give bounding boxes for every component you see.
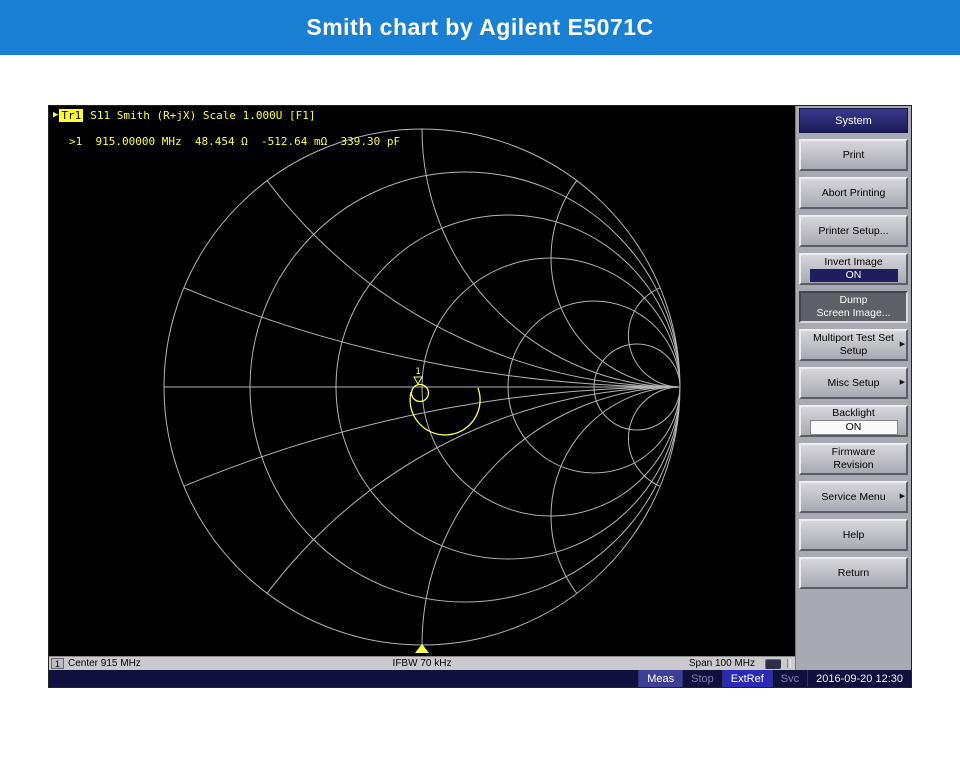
status-bar-icon	[765, 659, 781, 669]
menu-button-invert-image[interactable]: Invert ImageON	[799, 253, 908, 285]
ifbw-label: IFBW 70 kHz	[393, 658, 452, 669]
span-label: Span 100 MHz	[689, 658, 755, 669]
bottom-bar-meas: Meas	[638, 670, 682, 687]
trace-header: ▶ Tr1 S11 Smith (R+jX) Scale 1.000U [F1]	[53, 109, 315, 122]
bottom-bar-extref: ExtRef	[722, 670, 772, 687]
bottom-bar-stop: Stop	[682, 670, 722, 687]
channel-number-box: 1	[51, 658, 64, 669]
menu-button-label: Screen Image...	[816, 307, 890, 320]
menu-button-label: Service Menu	[821, 491, 885, 504]
stimulus-status-bar: 1 Center 915 MHz IFBW 70 kHz Span 100 MH…	[49, 656, 795, 670]
menu-button-label: Abort Printing	[822, 187, 886, 200]
menu-header-system[interactable]: System	[799, 108, 908, 133]
menu-button-label: Misc Setup	[828, 377, 880, 390]
marker-readout: >1 915.00000 MHz 48.454 Ω -512.64 mΩ 339…	[69, 135, 400, 148]
menu-button-service-menu[interactable]: Service Menu ▶	[799, 481, 908, 513]
bottom-bar-svc: Svc	[772, 670, 807, 687]
menu-button-backlight[interactable]: BacklightON	[799, 405, 908, 437]
submenu-arrow-icon: ▶	[900, 493, 905, 501]
softkey-menu-panel: System Print Abort Printing Printer Setup.…	[795, 106, 911, 670]
menu-button-label: Return	[838, 567, 870, 580]
menu-button-label: Backlight	[832, 407, 875, 420]
center-frequency-label: Center 915 MHz	[68, 658, 141, 669]
menu-button-label: Invert Image	[824, 256, 882, 269]
toggle-state-value: ON	[810, 269, 898, 282]
menu-button-print[interactable]: Print	[799, 139, 908, 171]
menu-button-label: Print	[843, 149, 865, 162]
display-column: 1 ▶ Tr1 S11 Smith (R+jX) Scale 1.000U [F…	[49, 106, 795, 670]
trace-info-label: S11 Smith (R+jX) Scale 1.000U [F1]	[90, 109, 315, 122]
submenu-arrow-icon: ▶	[900, 341, 905, 349]
menu-button-multiport-test-set-setup[interactable]: Multiport Test SetSetup ▶	[799, 329, 908, 361]
page-banner: Smith chart by Agilent E5071C	[0, 0, 960, 55]
bottom-bar-2016-09-20-12-30: 2016-09-20 12:30	[807, 670, 911, 687]
menu-button-return[interactable]: Return	[799, 557, 908, 589]
instrument-status-bar: MeasStopExtRefSvc2016-09-20 12:30	[49, 670, 911, 687]
menu-button-label: Firmware	[832, 446, 876, 459]
menu-button-printer-setup[interactable]: Printer Setup...	[799, 215, 908, 247]
toggle-state-value: ON	[810, 420, 898, 435]
trace-label-badge: Tr1	[59, 109, 83, 122]
active-trace-pointer-icon: ▶	[53, 109, 58, 122]
menu-button-help[interactable]: Help	[799, 519, 908, 551]
svg-text:1: 1	[415, 367, 420, 377]
menu-button-label: Revision	[833, 459, 873, 472]
screen-main-row: 1 ▶ Tr1 S11 Smith (R+jX) Scale 1.000U [F…	[49, 106, 911, 670]
menu-button-firmware-revision[interactable]: FirmwareRevision	[799, 443, 908, 475]
smith-chart-svg: 1	[49, 106, 795, 656]
menu-button-misc-setup[interactable]: Misc Setup ▶	[799, 367, 908, 399]
menu-button-abort-printing[interactable]: Abort Printing	[799, 177, 908, 209]
bottom-bar-items: MeasStopExtRefSvc2016-09-20 12:30	[638, 670, 911, 687]
menu-items: Print Abort Printing Printer Setup... Inver…	[799, 139, 908, 668]
menu-button-label: Help	[843, 529, 865, 542]
menu-button-dump-screen-image[interactable]: DumpScreen Image...	[799, 291, 908, 323]
menu-button-label: Multiport Test Set	[813, 332, 894, 345]
menu-button-label: Setup	[840, 345, 867, 358]
submenu-arrow-icon: ▶	[900, 379, 905, 387]
page-title: Smith chart by Agilent E5071C	[306, 14, 653, 41]
instrument-screen: 1 ▶ Tr1 S11 Smith (R+jX) Scale 1.000U [F…	[48, 105, 912, 688]
menu-button-label: Dump	[839, 294, 867, 307]
smith-chart-area: 1 ▶ Tr1 S11 Smith (R+jX) Scale 1.000U [F…	[49, 106, 795, 656]
status-bar-divider	[787, 659, 791, 668]
menu-button-label: Printer Setup...	[818, 225, 888, 238]
